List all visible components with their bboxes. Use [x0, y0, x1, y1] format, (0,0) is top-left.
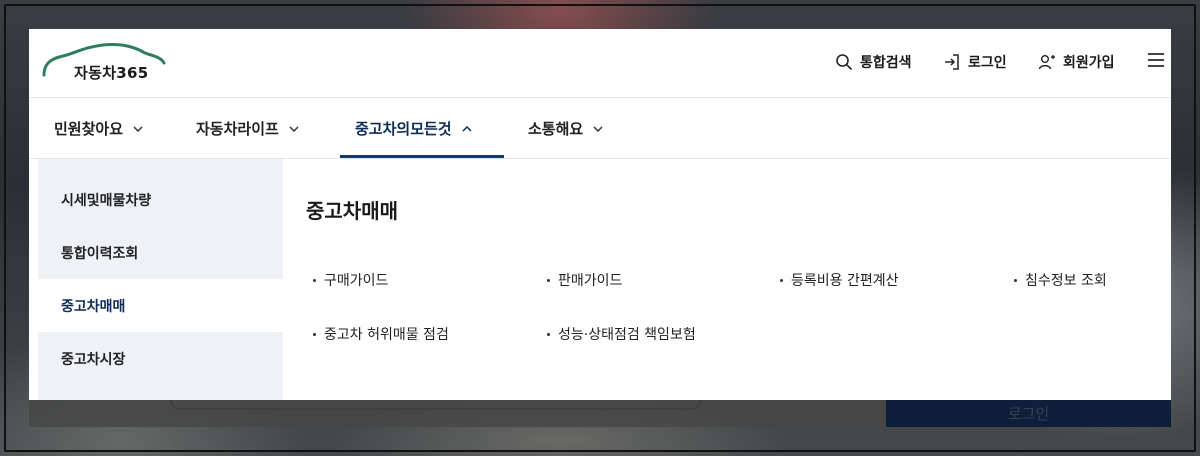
screenshot-border — [4, 4, 1196, 452]
